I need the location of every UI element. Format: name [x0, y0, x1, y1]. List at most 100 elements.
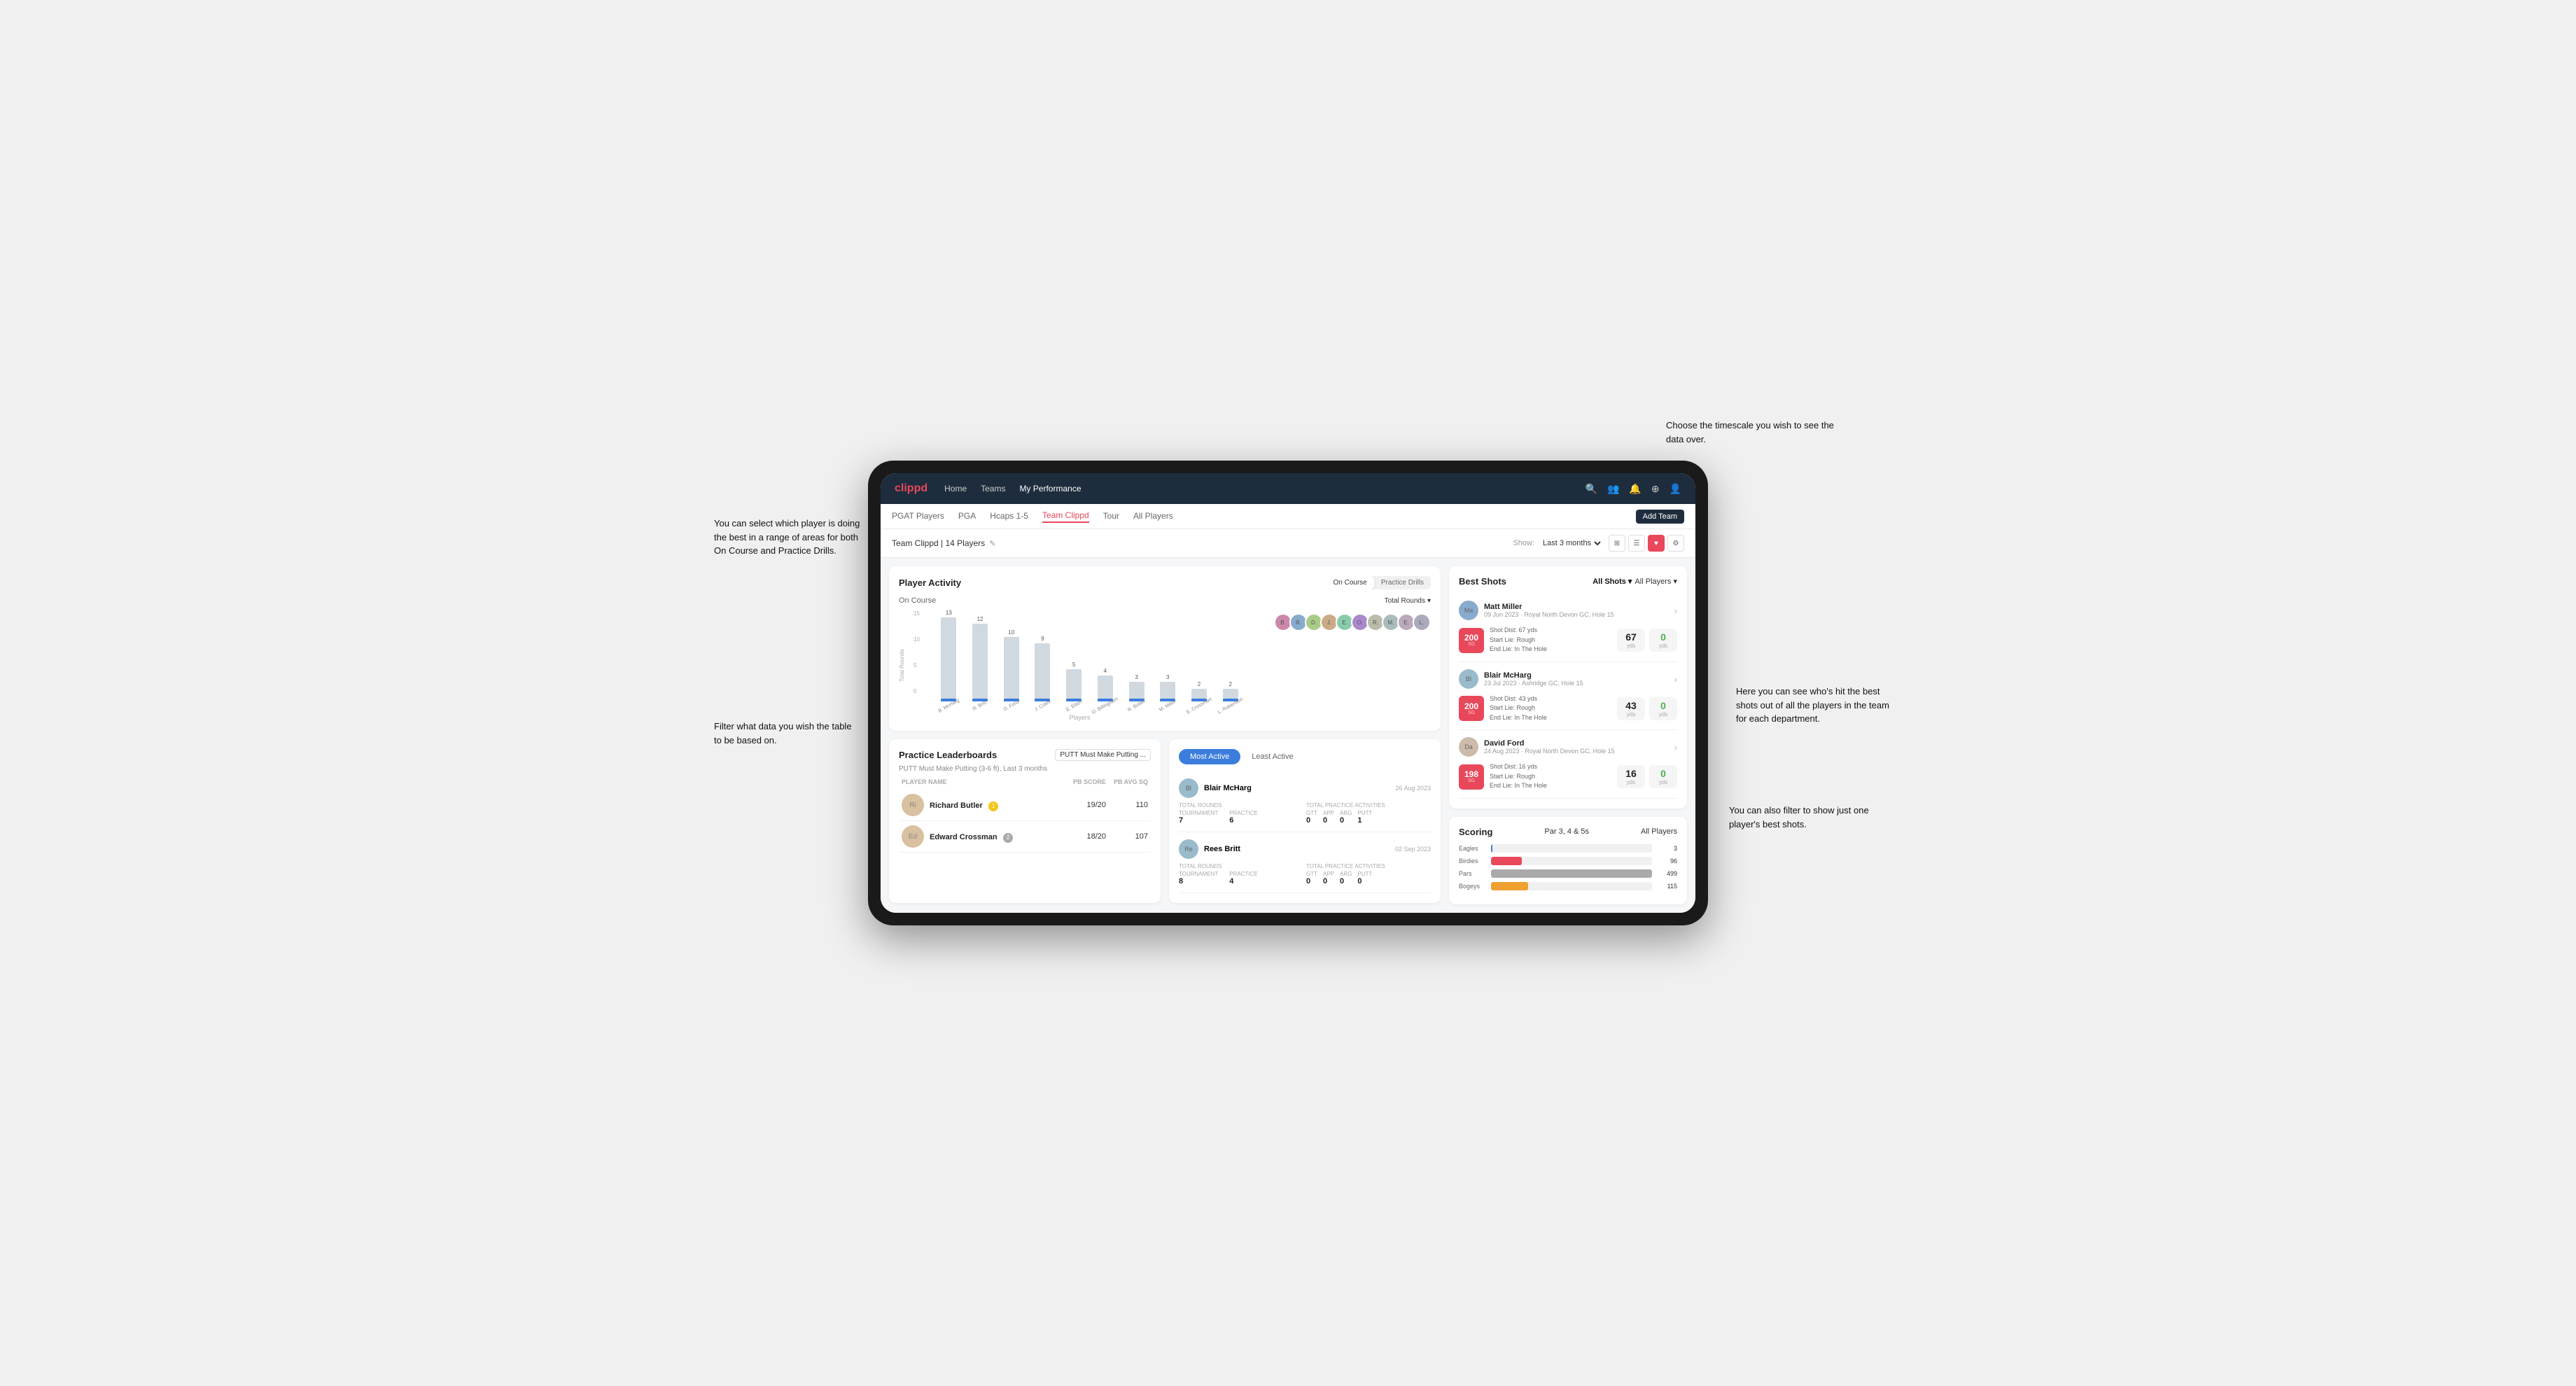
subnav-team-clippd[interactable]: Team Clippd — [1042, 510, 1089, 523]
rank-badge: 2 — [1003, 833, 1013, 843]
toggle-practice-drills[interactable]: Practice Drills — [1374, 576, 1431, 589]
toggle-on-course[interactable]: On Course — [1326, 576, 1374, 589]
sg-label: SG — [1468, 642, 1475, 647]
shot-stat-end: 0 yds — [1649, 697, 1677, 720]
scoring-bar-label: Pars — [1459, 870, 1487, 877]
putt-label: PUTT — [1357, 810, 1372, 816]
bar-value: 9 — [1041, 636, 1044, 642]
active-player-avatar: Re — [1179, 839, 1198, 859]
filter-all-shots[interactable]: All Shots ▾ — [1592, 577, 1632, 586]
col-pb-score: PB SCORE — [1064, 778, 1106, 785]
view-heart-icon[interactable]: ♥ — [1648, 535, 1665, 552]
subnav-tour[interactable]: Tour — [1103, 511, 1119, 522]
tab-most-active[interactable]: Most Active — [1179, 749, 1240, 764]
view-settings-icon[interactable]: ⚙ — [1667, 535, 1684, 552]
shot-item[interactable]: Ma Matt Miller 09 Jun 2023 · Royal North… — [1459, 594, 1677, 662]
sg-number: 198 — [1464, 770, 1478, 778]
bar-group: 12R. Britt — [965, 616, 996, 708]
bar-fill[interactable] — [1098, 676, 1113, 701]
people-icon[interactable]: 👥 — [1607, 483, 1619, 495]
shot-details-text: Shot Dist: 16 ydsStart Lie: RoughEnd Lie… — [1490, 762, 1611, 791]
sg-label: SG — [1468, 778, 1475, 783]
shot-player-details: Matt Miller 09 Jun 2023 · Royal North De… — [1484, 603, 1614, 618]
sg-number: 200 — [1464, 634, 1478, 642]
view-list-icon[interactable]: ☰ — [1628, 535, 1645, 552]
gtt-label: GTT — [1306, 810, 1317, 816]
scoring-filter-par[interactable]: Par 3, 4 & 5s — [1544, 827, 1589, 836]
bar-fill[interactable] — [941, 617, 956, 701]
search-icon[interactable]: 🔍 — [1586, 483, 1597, 495]
active-player-name: Rees Britt — [1204, 845, 1240, 853]
edit-icon[interactable]: ✎ — [989, 539, 995, 548]
practice-player-row[interactable]: Ed Edward Crossman 2 18/20 107 — [899, 821, 1151, 853]
shot-player-info: Bl Blair McHarg 23 Jul 2023 · Ashridge G… — [1459, 669, 1677, 689]
bottom-left-grid: Practice Leaderboards PUTT Must Make Put… — [889, 739, 1441, 903]
rounds-col-right: Total Practice Activities GTT 0 APP 0 AR… — [1306, 802, 1431, 825]
bar-group: 5E. Ebert — [1058, 662, 1090, 708]
best-shots-header: Best Shots All Shots ▾ All Players ▾ — [1459, 576, 1677, 587]
bar-fill[interactable] — [1004, 637, 1019, 701]
scoring-bar-fill — [1491, 869, 1652, 878]
bar-group: 4O. Billingham — [1090, 668, 1121, 708]
practice-player-row[interactable]: Ri Richard Butler 1 19/20 110 — [899, 790, 1151, 821]
main-content: Player Activity On Course Practice Drill… — [881, 558, 1695, 913]
subnav-pgat[interactable]: PGAT Players — [892, 511, 944, 522]
bar-fill[interactable] — [1129, 682, 1144, 701]
nav-links: Home Teams My Performance — [944, 484, 1585, 493]
shot-item[interactable]: Bl Blair McHarg 23 Jul 2023 · Ashridge G… — [1459, 662, 1677, 731]
shot-stat-end: 0 yds — [1649, 629, 1677, 652]
bar-fill[interactable] — [1035, 643, 1050, 701]
team-name-label: Team Clippd | 14 Players — [892, 538, 985, 548]
view-grid-icon[interactable]: ⊞ — [1609, 535, 1625, 552]
time-filter-select[interactable]: Last 3 months Last month Last 6 months L… — [1540, 538, 1603, 548]
add-team-button[interactable]: Add Team — [1636, 510, 1684, 524]
bar-value: 5 — [1072, 662, 1075, 668]
col-player-name: PLAYER NAME — [902, 778, 1064, 785]
chart-inner: 151050 13B. McHarg12R. Britt10D. Ford9J.… — [913, 610, 1246, 721]
best-shots-list: Ma Matt Miller 09 Jun 2023 · Royal North… — [1459, 594, 1677, 799]
subnav-hcaps[interactable]: Hcaps 1-5 — [990, 511, 1028, 522]
chart-filter-dropdown[interactable]: Total Rounds ▾ — [1385, 597, 1431, 605]
nav-teams[interactable]: Teams — [981, 484, 1005, 493]
shot-data: 200 SG Shot Dist: 67 ydsStart Lie: Rough… — [1459, 626, 1677, 654]
user-circle-icon[interactable]: 👤 — [1670, 483, 1681, 495]
bar-fill[interactable] — [1066, 669, 1082, 701]
shot-avatar: Bl — [1459, 669, 1478, 689]
bar-fill[interactable] — [1160, 682, 1175, 701]
scoring-bar-row: Birdies 96 — [1459, 857, 1677, 865]
plus-circle-icon[interactable]: ⊕ — [1651, 483, 1660, 495]
shot-stat-distance: 16 yds — [1617, 765, 1645, 788]
bar-fill[interactable] — [972, 624, 988, 701]
scoring-bar-fill — [1491, 844, 1492, 853]
nav-my-performance[interactable]: My Performance — [1019, 484, 1081, 493]
chevron-right-icon[interactable]: › — [1674, 741, 1677, 752]
chevron-right-icon[interactable]: › — [1674, 673, 1677, 685]
tab-least-active[interactable]: Least Active — [1240, 749, 1304, 764]
scoring-bar-track — [1491, 882, 1652, 890]
rounds-col-left: Total Rounds Tournament 8 Practice 4 — [1179, 863, 1303, 886]
practice-label: Practice — [1229, 810, 1257, 816]
player-activity-title: Player Activity — [899, 578, 961, 588]
bell-icon[interactable]: 🔔 — [1629, 483, 1641, 495]
bar-group: 3R. Butler — [1121, 674, 1152, 708]
gtt-label: GTT — [1306, 871, 1317, 877]
chevron-right-icon[interactable]: › — [1674, 605, 1677, 616]
shot-item[interactable]: Da David Ford 24 Aug 2023 · Royal North … — [1459, 730, 1677, 799]
subnav-all-players[interactable]: All Players — [1133, 511, 1173, 522]
scoring-filter-players[interactable]: All Players — [1641, 827, 1677, 836]
nav-home[interactable]: Home — [944, 484, 967, 493]
subnav-pga[interactable]: PGA — [958, 511, 976, 522]
putt-value: 1 — [1357, 816, 1372, 825]
shot-player-details: David Ford 24 Aug 2023 · Royal North Dev… — [1484, 739, 1615, 755]
practice-leaderboards-card: Practice Leaderboards PUTT Must Make Put… — [889, 739, 1161, 903]
shot-stat-group: 43 yds 0 yds — [1617, 697, 1677, 720]
app-label: APP — [1323, 810, 1334, 816]
tournament-value: 7 — [1179, 816, 1218, 825]
player-name: Richard Butler — [930, 802, 983, 810]
show-label: Show: — [1513, 539, 1534, 547]
stat-distance-unit: yds — [1627, 643, 1635, 649]
tournament-label: Tournament — [1179, 871, 1218, 877]
practice-filter-dropdown[interactable]: PUTT Must Make Putting ... — [1055, 749, 1151, 761]
gtt-value: 0 — [1306, 877, 1317, 886]
filter-all-players[interactable]: All Players ▾ — [1634, 577, 1677, 586]
